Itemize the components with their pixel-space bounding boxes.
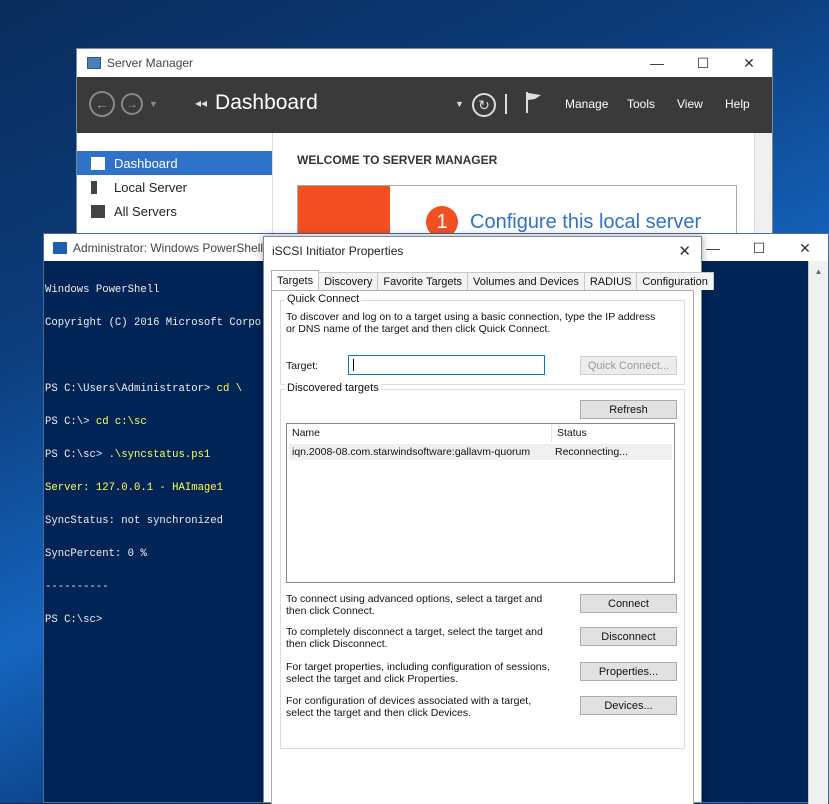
sidebar-item-label: All Servers [114, 203, 177, 219]
minimize-button[interactable]: — [634, 49, 680, 77]
history-dropdown-icon[interactable]: ▼ [149, 99, 158, 109]
tab-radius[interactable]: RADIUS [583, 272, 638, 290]
dashboard-content: WELCOME TO SERVER MANAGER 1 Configure th… [274, 133, 754, 246]
refresh-icon[interactable]: ↻ [472, 93, 496, 117]
discovered-targets-group: Discovered targets Refresh Name Status i… [280, 382, 685, 749]
breadcrumb-current: Dashboard [215, 91, 318, 114]
refresh-button[interactable]: Refresh [580, 400, 677, 419]
breadcrumb-separator-icon: ◂◂ [195, 96, 208, 111]
sidebar-item-local-server[interactable]: Local Server [77, 175, 272, 199]
servers-icon [91, 204, 105, 218]
welcome-title: WELCOME TO SERVER MANAGER [297, 153, 498, 167]
close-button[interactable]: ✕ [726, 49, 772, 77]
connect-button[interactable]: Connect [580, 594, 677, 613]
console-line: Server: 127.0.0.1 - HAImage1 [45, 482, 224, 494]
console-line: PS C:\sc> [45, 614, 103, 626]
sidebar-item-all-servers[interactable]: All Servers [77, 199, 272, 223]
quick-connect-button[interactable]: Quick Connect... [580, 356, 677, 375]
window-title: Server Manager [107, 56, 194, 70]
vertical-scrollbar[interactable] [754, 133, 772, 239]
connect-description: To connect using advanced options, selec… [286, 593, 543, 617]
configure-local-server-link[interactable]: Configure this local server [470, 211, 701, 234]
table-row[interactable]: iqn.2008-08.com.starwindsoftware:gallavm… [289, 444, 672, 460]
iscsi-initiator-dialog: iSCSI Initiator Properties ✕ Targets Dis… [263, 236, 714, 804]
tab-favorite-targets[interactable]: Favorite Targets [377, 272, 469, 290]
devices-description: For configuration of devices associated … [286, 695, 532, 719]
divider [505, 94, 507, 114]
devices-button[interactable]: Devices... [580, 696, 677, 715]
window-controls: — ☐ ✕ [690, 234, 828, 262]
column-header-name[interactable]: Name [287, 424, 552, 442]
server-icon [91, 180, 97, 194]
console-line: PS C:\Users\Administrator> cd \ [45, 383, 243, 395]
console-line: SyncStatus: not synchronized [45, 515, 224, 527]
column-header-status[interactable]: Status [552, 424, 674, 442]
tab-strip: Targets Discovery Favorite Targets Volum… [271, 270, 714, 290]
tab-discovery[interactable]: Discovery [318, 272, 379, 290]
back-arrow-icon[interactable]: ← [89, 91, 115, 117]
target-name-cell: iqn.2008-08.com.starwindsoftware:gallavm… [292, 446, 531, 458]
console-line: Windows PowerShell [45, 284, 160, 296]
console-line: Copyright (C) 2016 Microsoft Corpo [45, 317, 262, 329]
window-title: Administrator: Windows PowerShell [73, 240, 264, 255]
vertical-scrollbar[interactable]: ▲ [808, 261, 828, 804]
menu-help[interactable]: Help [725, 97, 750, 111]
quick-connect-group: Quick Connect To discover and log on to … [280, 293, 685, 385]
scroll-up-icon[interactable]: ▲ [809, 267, 828, 276]
menu-manage[interactable]: Manage [565, 97, 608, 111]
targets-list[interactable]: Name Status iqn.2008-08.com.starwindsoft… [286, 423, 675, 583]
dashboard-icon [91, 156, 105, 170]
server-manager-window: Server Manager — ☐ ✕ ← → ▼ ◂◂ Dashboard ▼… [76, 48, 773, 246]
console-line: ---------- [45, 581, 109, 593]
text-caret [353, 359, 354, 371]
title-bar: iSCSI Initiator Properties [264, 237, 701, 265]
breadcrumb: ◂◂ Dashboard [195, 91, 318, 115]
properties-button[interactable]: Properties... [580, 662, 677, 681]
disconnect-description: To completely disconnect a target, selec… [286, 626, 543, 650]
notifications-flag-icon[interactable] [525, 91, 543, 113]
group-label: Quick Connect [285, 293, 362, 305]
console-line: PS C:\> cd c:\sc [45, 416, 147, 428]
tab-targets[interactable]: Targets [271, 270, 320, 290]
disconnect-button[interactable]: Disconnect [580, 627, 677, 646]
window-controls: — ☐ ✕ [634, 49, 772, 77]
sidebar-item-label: Dashboard [114, 155, 178, 171]
powershell-app-icon [53, 241, 67, 254]
dialog-title: iSCSI Initiator Properties [272, 244, 404, 258]
target-label: Target: [286, 360, 319, 372]
console-output[interactable]: Windows PowerShell Copyright (C) 2016 Mi… [44, 261, 284, 648]
server-manager-app-icon [87, 57, 101, 69]
breadcrumb-dropdown-icon[interactable]: ▼ [455, 99, 464, 109]
group-label: Discovered targets [285, 382, 381, 394]
maximize-button[interactable]: ☐ [736, 234, 782, 262]
console-line: PS C:\sc> .\syncstatus.ps1 [45, 449, 211, 461]
close-button[interactable]: ✕ [782, 234, 828, 262]
tab-volumes-and-devices[interactable]: Volumes and Devices [467, 272, 585, 290]
sidebar-item-label: Local Server [114, 179, 187, 195]
target-status-cell: Reconnecting... [555, 446, 628, 458]
sidebar: Dashboard Local Server All Servers [77, 133, 273, 239]
properties-description: For target properties, including configu… [286, 661, 550, 685]
forward-arrow-icon[interactable]: → [121, 93, 143, 115]
console-line: SyncPercent: 0 % [45, 548, 147, 560]
tab-configuration[interactable]: Configuration [636, 272, 714, 290]
close-button[interactable]: ✕ [678, 242, 691, 260]
sidebar-item-dashboard[interactable]: Dashboard [77, 151, 272, 175]
list-header: Name Status [287, 424, 674, 442]
menu-view[interactable]: View [677, 97, 703, 111]
ribbon: ← → ▼ ◂◂ Dashboard ▼ ↻ Manage Tools View … [77, 77, 772, 133]
maximize-button[interactable]: ☐ [680, 49, 726, 77]
targets-tab-panel: Quick Connect To discover and log on to … [271, 290, 694, 804]
quick-connect-description: To discover and log on to a target using… [286, 311, 656, 335]
target-input[interactable] [348, 355, 545, 375]
menu-tools[interactable]: Tools [627, 97, 655, 111]
